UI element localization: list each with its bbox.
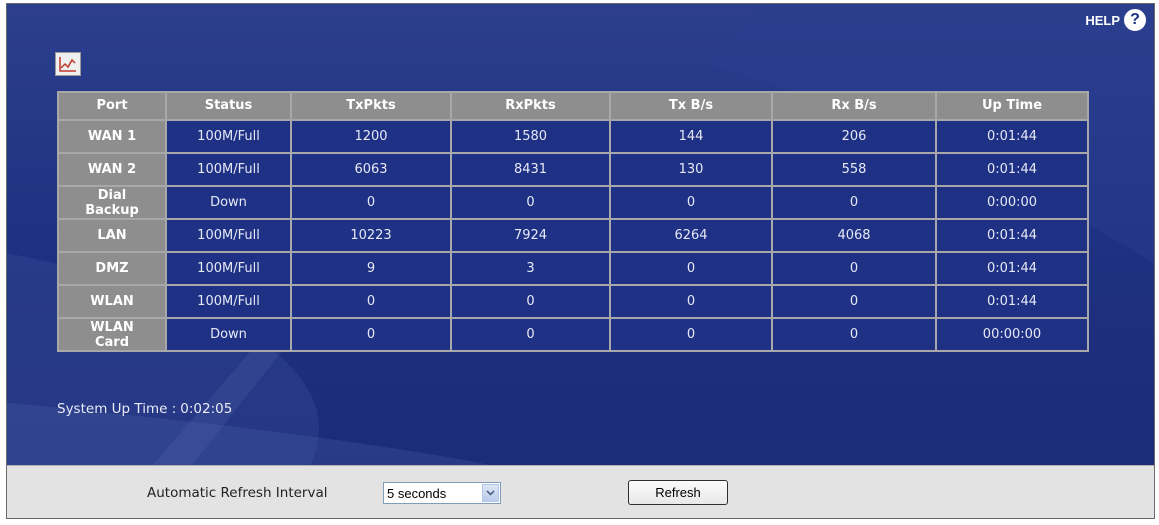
- port-name: WLAN: [57, 284, 167, 319]
- table-row: Dial Backup Down 0 0 0 0 0:00:00: [57, 185, 1089, 220]
- rx-bytes-per-sec: 4068: [771, 218, 937, 253]
- chevron-down-glyph: [486, 490, 495, 496]
- tx-packets: 6063: [290, 152, 452, 187]
- port-status: 100M/Full: [165, 119, 292, 154]
- column-header-rx-bps: Rx B/s: [771, 91, 937, 121]
- port-name: Dial Backup: [57, 185, 167, 220]
- port-status: 100M/Full: [165, 152, 292, 187]
- column-header-status: Status: [165, 91, 292, 121]
- column-header-rxpkts: RxPkts: [450, 91, 611, 121]
- table-header-row: Port Status TxPkts RxPkts Tx B/s Rx B/s …: [57, 91, 1089, 121]
- table-row: DMZ 100M/Full 9 3 0 0 0:01:44: [57, 251, 1089, 286]
- port-status: Down: [165, 185, 292, 220]
- refresh-interval-value: 5 seconds: [387, 485, 447, 501]
- rx-packets: 7924: [450, 218, 611, 253]
- line-graph-glyph: [59, 57, 76, 72]
- tx-bytes-per-sec: 0: [609, 251, 773, 286]
- system-uptime: System Up Time :0:02:05: [57, 401, 232, 417]
- rx-packets: 8431: [450, 152, 611, 187]
- column-header-port: Port: [57, 91, 167, 121]
- port-status: 100M/Full: [165, 251, 292, 286]
- rx-bytes-per-sec: 206: [771, 119, 937, 154]
- port-status: 100M/Full: [165, 218, 292, 253]
- rx-packets: 3: [450, 251, 611, 286]
- port-name: WAN 1: [57, 119, 167, 154]
- port-uptime: 0:01:44: [935, 119, 1089, 154]
- port-name: LAN: [57, 218, 167, 253]
- port-status: 100M/Full: [165, 284, 292, 319]
- rx-bytes-per-sec: 558: [771, 152, 937, 187]
- line-graph-icon[interactable]: [55, 52, 81, 76]
- column-header-tx-bps: Tx B/s: [609, 91, 773, 121]
- tx-packets: 0: [290, 185, 452, 220]
- tx-bytes-per-sec: 6264: [609, 218, 773, 253]
- help-link[interactable]: HELP ?: [1085, 9, 1146, 31]
- help-icon[interactable]: ?: [1124, 9, 1146, 31]
- refresh-interval-label: Automatic Refresh Interval: [147, 485, 328, 501]
- rx-bytes-per-sec: 0: [771, 284, 937, 319]
- column-header-txpkts: TxPkts: [290, 91, 452, 121]
- rx-packets: 0: [450, 317, 611, 352]
- port-name: DMZ: [57, 251, 167, 286]
- tx-packets: 9: [290, 251, 452, 286]
- column-header-uptime: Up Time: [935, 91, 1089, 121]
- port-status: Down: [165, 317, 292, 352]
- port-uptime: 0:00:00: [935, 185, 1089, 220]
- tx-bytes-per-sec: 130: [609, 152, 773, 187]
- tx-bytes-per-sec: 0: [609, 284, 773, 319]
- rx-packets: 0: [450, 284, 611, 319]
- rx-packets: 1580: [450, 119, 611, 154]
- port-uptime: 00:00:00: [935, 317, 1089, 352]
- rx-packets: 0: [450, 185, 611, 220]
- tx-packets: 0: [290, 284, 452, 319]
- help-label: HELP: [1085, 12, 1120, 28]
- system-uptime-label: System Up Time :: [57, 401, 177, 417]
- table-row: WLAN Card Down 0 0 0 0 00:00:00: [57, 317, 1089, 352]
- system-uptime-value: 0:02:05: [180, 401, 233, 417]
- tx-bytes-per-sec: 0: [609, 185, 773, 220]
- rx-bytes-per-sec: 0: [771, 317, 937, 352]
- tx-packets: 1200: [290, 119, 452, 154]
- refresh-toolbar: Automatic Refresh Interval 5 seconds Ref…: [7, 465, 1154, 518]
- port-uptime: 0:01:44: [935, 152, 1089, 187]
- port-statistics-table: Port Status TxPkts RxPkts Tx B/s Rx B/s …: [57, 91, 1089, 352]
- table-row: WLAN 100M/Full 0 0 0 0 0:01:44: [57, 284, 1089, 319]
- tx-bytes-per-sec: 0: [609, 317, 773, 352]
- port-name: WLAN Card: [57, 317, 167, 352]
- port-name: WAN 2: [57, 152, 167, 187]
- refresh-interval-select[interactable]: 5 seconds: [383, 482, 501, 504]
- port-uptime: 0:01:44: [935, 251, 1089, 286]
- tx-bytes-per-sec: 144: [609, 119, 773, 154]
- port-uptime: 0:01:44: [935, 284, 1089, 319]
- rx-bytes-per-sec: 0: [771, 185, 937, 220]
- chevron-down-icon[interactable]: [482, 484, 499, 502]
- table-row: WAN 1 100M/Full 1200 1580 144 206 0:01:4…: [57, 119, 1089, 154]
- tx-packets: 10223: [290, 218, 452, 253]
- port-uptime: 0:01:44: [935, 218, 1089, 253]
- status-panel: HELP ? Port Status TxPkts RxPkts Tx B/s …: [6, 3, 1155, 519]
- tx-packets: 0: [290, 317, 452, 352]
- table-row: LAN 100M/Full 10223 7924 6264 4068 0:01:…: [57, 218, 1089, 253]
- table-row: WAN 2 100M/Full 6063 8431 130 558 0:01:4…: [57, 152, 1089, 187]
- rx-bytes-per-sec: 0: [771, 251, 937, 286]
- refresh-button[interactable]: Refresh: [628, 480, 728, 505]
